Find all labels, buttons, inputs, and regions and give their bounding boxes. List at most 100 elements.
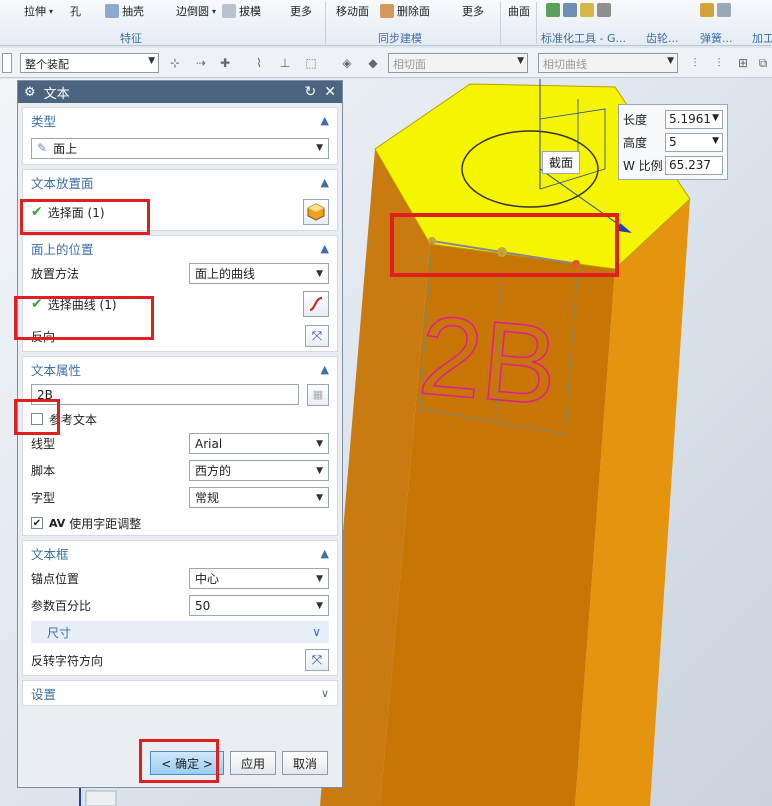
snap-icon[interactable]: ⊹ — [168, 56, 182, 70]
position-header[interactable]: 面上的位置 ▲ — [23, 236, 337, 260]
std-group-label[interactable]: 标准化工具 - G... — [541, 30, 626, 46]
collapse-icon[interactable]: ▲ — [321, 547, 329, 560]
machining-group-label[interactable]: 加工 — [752, 30, 772, 46]
grid-icon: ▦ — [312, 388, 324, 401]
align-icon[interactable]: ⫶ — [688, 56, 702, 70]
collapse-icon[interactable]: ▲ — [321, 114, 329, 127]
parameter-popup: 长度 5.1961 ▼ 高度 5 ▼ W 比例 65.237 — [618, 104, 728, 180]
feature-group-label: 特征 — [120, 32, 142, 45]
delete-face-icon — [380, 4, 394, 18]
mold-icon — [580, 3, 594, 17]
hole-button[interactable]: 孔 — [70, 3, 81, 19]
collapse-icon[interactable]: ▲ — [321, 176, 329, 189]
spring-group-label[interactable]: 弹簧... — [700, 30, 733, 46]
more-feature-button[interactable]: 更多 — [290, 3, 312, 19]
method-select[interactable]: 面上的曲线 ▼ — [189, 263, 329, 284]
text-frame-header[interactable]: 文本框 ▲ — [23, 541, 337, 565]
draft-button[interactable]: 拔模 — [222, 3, 261, 19]
kerning-checkbox[interactable]: ✔ — [31, 517, 43, 529]
reverse-icon: ⤧ — [311, 328, 323, 344]
highlight-select-face — [20, 199, 150, 235]
view-icon[interactable]: ⧉ — [756, 56, 770, 70]
length-field[interactable]: 5.1961 ▼ — [665, 110, 723, 129]
extrude-button[interactable]: 拉伸 ▾ — [24, 3, 53, 19]
body-icon[interactable]: ◈ — [340, 56, 354, 70]
snap-grid-icon[interactable]: ⊞ — [736, 56, 750, 70]
text-props-header[interactable]: 文本属性 ▲ — [23, 357, 337, 381]
filter-icon[interactable]: ⇢ — [194, 56, 208, 70]
close-icon[interactable]: ✕ — [324, 84, 336, 100]
reverse-icon: ⤧ — [311, 652, 323, 668]
type-select[interactable]: ✎ 面上 ▼ — [31, 137, 329, 159]
curve-snap-icon[interactable]: ⌇ — [252, 56, 266, 70]
tool-icon — [717, 3, 731, 17]
sync-group-label: 同步建模 — [378, 32, 422, 45]
anchor-select[interactable]: 中心 ▼ — [189, 568, 329, 589]
cube-icon — [307, 203, 325, 221]
edge-blend-button[interactable]: 边倒圆 ▾ — [176, 3, 216, 19]
text-props-section: 文本属性 ▲ 2B ▦ 参考文本 线型 Arial ▼ 脚本 西方的 ▼ 字型 常规 ▼… — [22, 356, 338, 536]
menu-toggle[interactable] — [2, 53, 12, 73]
line-type-label: 线型 — [31, 437, 56, 451]
anchor-label: 锚点位置 — [31, 572, 80, 586]
expand-icon[interactable]: ∨ — [321, 687, 329, 700]
spring-icon — [700, 3, 714, 17]
face-rule-select[interactable]: 相切面 ▼ — [388, 53, 528, 73]
text-input[interactable]: 2B — [31, 384, 299, 405]
size-subsection[interactable]: 尺寸 ∨ — [31, 621, 329, 643]
symbol-button[interactable]: ▦ — [307, 383, 329, 406]
shell-button[interactable]: 抽壳 — [105, 3, 144, 19]
select-curve-button[interactable] — [303, 291, 329, 317]
box-select-icon[interactable]: ⬚ — [304, 56, 318, 70]
surface-button[interactable]: 曲面 — [508, 3, 530, 19]
placement-face-header[interactable]: 文本放置面 ▲ — [23, 170, 337, 194]
cube-icon[interactable]: ◆ — [366, 56, 380, 70]
fastener-icon — [563, 3, 577, 17]
reverse-button[interactable]: ⤧ — [305, 325, 329, 347]
select-face-button[interactable] — [303, 199, 329, 225]
curve-rule-select[interactable]: 相切曲线 ▼ — [538, 53, 678, 73]
script-select[interactable]: 西方的 ▼ — [189, 460, 329, 481]
wratio-field[interactable]: 65.237 — [665, 156, 723, 175]
spring-tools[interactable] — [700, 3, 731, 17]
height-label: 高度 — [623, 136, 648, 150]
curve-end-handle[interactable] — [572, 260, 580, 268]
collapse-icon[interactable]: ▲ — [321, 363, 329, 376]
move-face-button[interactable]: 移动面 — [336, 3, 369, 19]
draft-icon — [222, 4, 236, 18]
ribbon: 拉伸 ▾ 孔 抽壳 边倒圆 ▾ 拔模 更多 特征 移动面 删除面 更多 同步建模 曲… — [0, 0, 772, 46]
height-field[interactable]: 5 ▼ — [665, 133, 723, 152]
align2-icon[interactable]: ⫶ — [712, 56, 726, 70]
delete-face-button[interactable]: 删除面 — [380, 3, 430, 19]
reverse-dir-button[interactable]: ⤧ — [305, 649, 329, 671]
curve-icon — [309, 297, 323, 311]
reverse-dir-label: 反转字符方向 — [31, 653, 104, 668]
text-frame-section: 文本框 ▲ 锚点位置 中心 ▼ 参数百分比 50 ▼ 尺寸 ∨ 反转字符方向 ⤧ — [22, 540, 338, 676]
selection-bar: 整个装配 ▼ ⊹ ⇢ ✚ ⌇ ⊥ ⬚ ◈ ◆ 相切面 ▼ 相切曲线 ▼ ⫶ ⫶ ⊞ ⧉ — [0, 48, 772, 78]
selection-scope-select[interactable]: 整个装配 ▼ — [20, 53, 159, 73]
font-select[interactable]: Arial ▼ — [189, 433, 329, 454]
dialog-titlebar[interactable]: ⚙ 文本 ↻ ✕ — [18, 81, 342, 103]
section-tag[interactable]: 截面 — [542, 151, 581, 174]
settings-section: 设置 ∨ — [22, 680, 338, 706]
style-select[interactable]: 常规 ▼ — [189, 487, 329, 508]
method-label: 放置方法 — [31, 267, 80, 281]
cancel-button[interactable]: 取消 — [281, 751, 328, 775]
expand-icon[interactable]: ∨ — [312, 625, 321, 639]
gear-group-label[interactable]: 齿轮... — [646, 30, 679, 46]
reset-icon[interactable]: ↻ — [305, 84, 317, 100]
text-dialog: ⚙ 文本 ↻ ✕ 类型 ▲ ✎ 面上 ▼ 文本放置面 ▲ ✔ 选择面 (1) 面上的位… — [14, 80, 343, 788]
more-sync-button[interactable]: 更多 — [462, 3, 484, 19]
std-tools-icons[interactable] — [546, 3, 611, 17]
percent-input[interactable]: 50 ▼ — [189, 595, 329, 616]
apply-button[interactable]: 应用 — [229, 751, 276, 775]
rule-icon[interactable]: ⊥ — [278, 56, 292, 70]
settings-header[interactable]: 设置 ∨ — [23, 681, 337, 705]
gear-icon[interactable]: ⚙ — [24, 85, 36, 100]
length-label: 长度 — [623, 113, 648, 127]
face-text-icon: ✎ — [37, 141, 48, 155]
standard-part-icon — [546, 3, 560, 17]
type-header[interactable]: 类型 ▲ — [23, 108, 337, 132]
point-icon[interactable]: ✚ — [218, 56, 232, 70]
collapse-icon[interactable]: ▲ — [321, 242, 329, 255]
